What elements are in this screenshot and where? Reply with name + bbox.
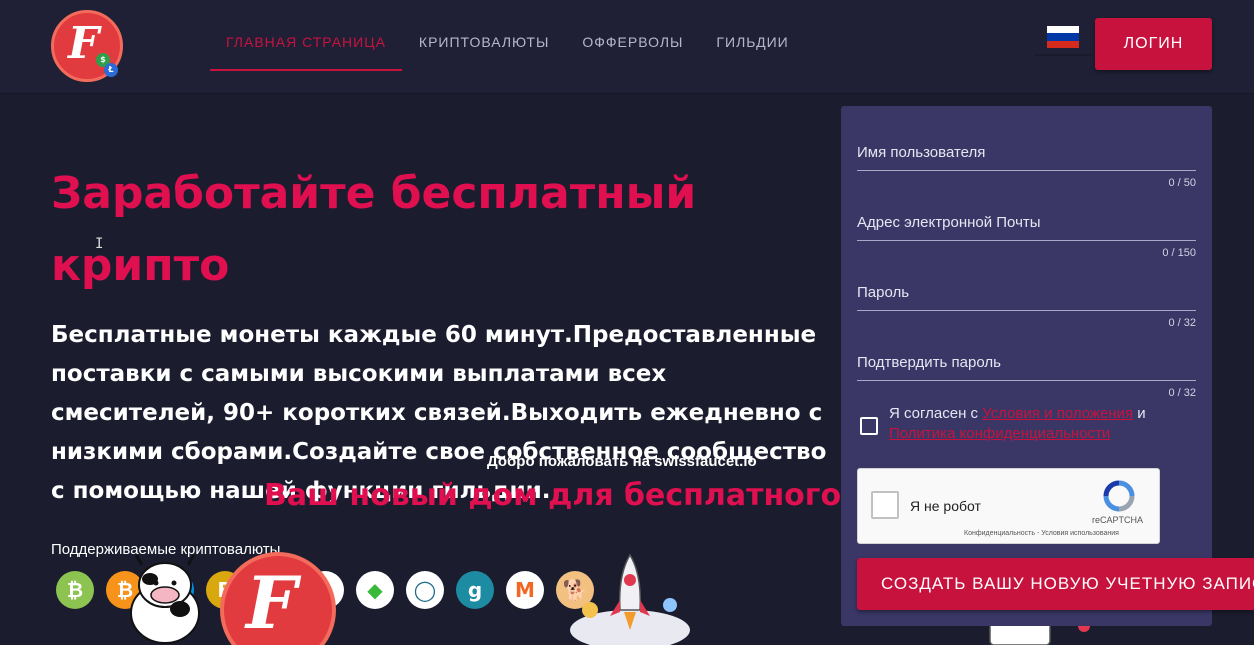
terms-link[interactable]: Условия и положения <box>982 405 1133 422</box>
username-counter: 0 / 50 <box>1168 177 1196 189</box>
rocket-illustration-icon <box>570 553 690 645</box>
password-input-line[interactable] <box>857 310 1196 311</box>
nav-item-offerwalls[interactable]: ОФФЕРВОЛЫ <box>566 24 699 71</box>
main-nav: ГЛАВНАЯ СТРАНИЦА КРИПТОВАЛЮТЫ ОФФЕРВОЛЫ … <box>210 24 806 71</box>
cow-mascot-icon <box>130 554 200 644</box>
create-account-button[interactable]: СОЗДАТЬ ВАШУ НОВУЮ УЧЕТНУЮ ЗАПИСЬ <box>857 558 1254 610</box>
password-counter: 0 / 32 <box>1168 317 1196 329</box>
monero-icon: M <box>506 571 544 609</box>
recaptcha-label: Я не робот <box>910 498 981 514</box>
welcome-overlay-text: Добро пожаловать на swissfaucet.io <box>487 453 757 470</box>
language-divider <box>1034 54 1092 56</box>
privacy-policy-link[interactable]: Политика конфиденциальности <box>889 425 1110 442</box>
confirm-password-label: Подтвердить пароль <box>857 354 1001 371</box>
nav-item-guilds[interactable]: ГИЛЬДИИ <box>700 24 804 71</box>
password-field[interactable]: Пароль 0 / 32 <box>857 284 1196 329</box>
terms-checkbox[interactable] <box>860 417 878 435</box>
hero-title: Заработайте бесплатный крипто <box>51 168 697 291</box>
email-label: Адрес электронной Почты <box>857 214 1041 231</box>
ethereum-classic-icon: ◆ <box>356 571 394 609</box>
username-label: Имя пользователя <box>857 144 986 161</box>
confirm-password-counter: 0 / 32 <box>1168 387 1196 399</box>
lisk-icon: ◯ <box>406 571 444 609</box>
bitcoin-cash-icon: ₿ <box>56 571 94 609</box>
login-button[interactable]: ЛОГИН <box>1095 18 1212 70</box>
recaptcha-checkbox[interactable] <box>871 491 899 519</box>
email-input-line[interactable] <box>857 240 1196 241</box>
recaptcha-privacy-terms[interactable]: Конфиденциальность - Условия использован… <box>964 530 1119 537</box>
logo-litecoin-coin-icon: Ł <box>104 63 118 77</box>
logo-f-letter: F <box>68 18 100 69</box>
nav-item-home[interactable]: ГЛАВНАЯ СТРАНИЦА <box>210 24 402 71</box>
recaptcha-widget: Я не робот reCAPTCHA Конфиденциальность … <box>857 468 1160 544</box>
username-field[interactable]: Имя пользователя 0 / 50 <box>857 144 1196 189</box>
confirm-password-field[interactable]: Подтвердить пароль 0 / 32 <box>857 354 1196 399</box>
agree-prefix-text: Я согласен с <box>889 405 983 422</box>
navbar: F $ Ł ГЛАВНАЯ СТРАНИЦА КРИПТОВАЛЮТЫ ОФФЕ… <box>0 0 1254 94</box>
email-counter: 0 / 150 <box>1162 247 1196 259</box>
terms-agreement-text: Я согласен с Условия и положения и Полит… <box>889 404 1199 444</box>
password-label: Пароль <box>857 284 910 301</box>
recaptcha-brand: reCAPTCHA <box>1092 515 1144 525</box>
agree-and-text: и <box>1133 405 1146 422</box>
nav-item-cryptocurrencies[interactable]: КРИПТОВАЛЮТЫ <box>403 24 565 71</box>
site-logo[interactable]: F $ Ł <box>51 10 123 82</box>
faucet-logo-mascot: F <box>220 552 336 645</box>
new-home-overlay-text: Ваш новый дом для бесплатного <box>264 478 842 513</box>
recaptcha-logo-icon <box>1103 480 1135 512</box>
username-input-line[interactable] <box>857 170 1196 171</box>
gridcoin-icon: g <box>456 571 494 609</box>
email-field[interactable]: Адрес электронной Почты 0 / 150 <box>857 214 1196 259</box>
confirm-password-input-line[interactable] <box>857 380 1196 381</box>
registration-panel: Имя пользователя 0 / 50 Адрес электронно… <box>841 106 1212 626</box>
russian-flag-icon[interactable] <box>1047 26 1079 48</box>
text-cursor-icon: I <box>95 236 104 252</box>
